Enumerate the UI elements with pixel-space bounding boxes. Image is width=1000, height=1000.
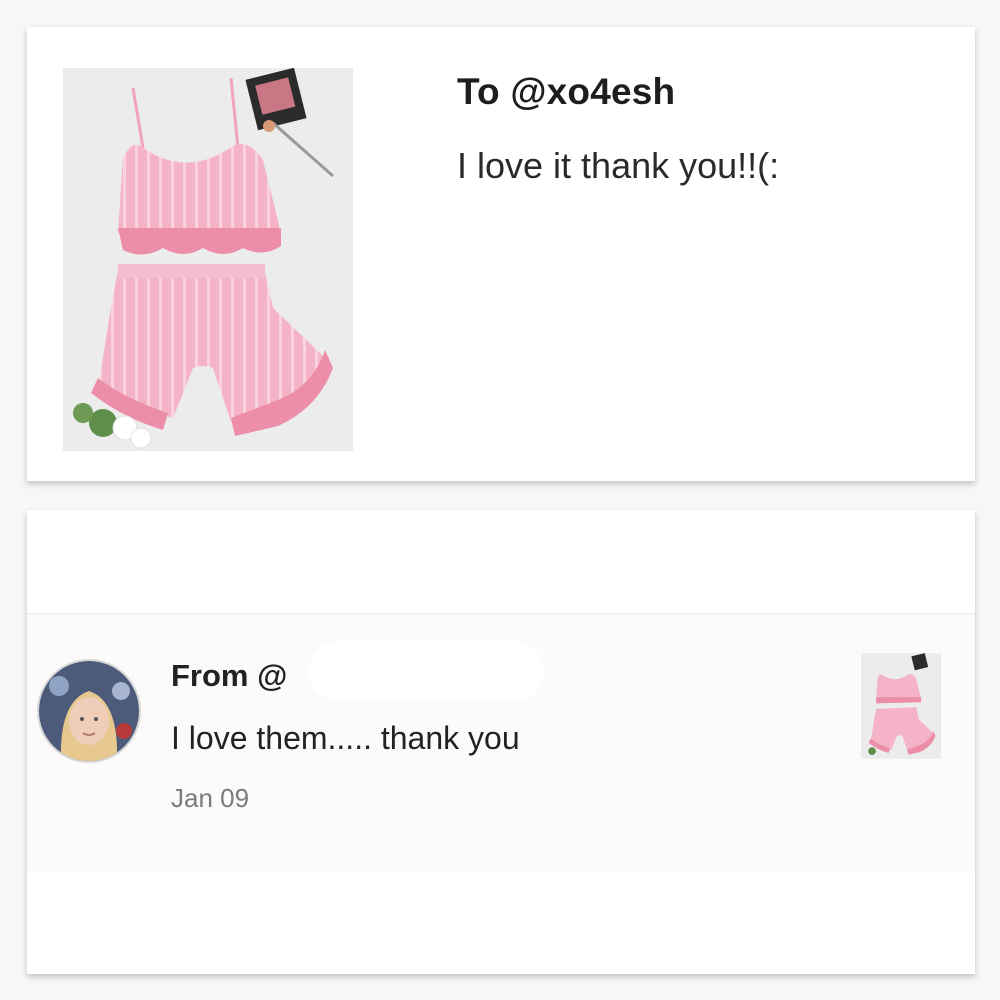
date-label: Jan 09 xyxy=(171,783,250,813)
product-thumbnail[interactable] xyxy=(861,652,941,760)
product-image[interactable] xyxy=(63,67,353,451)
pajama-thumbnail-image xyxy=(861,653,941,759)
recipient-label: To @xo4esh xyxy=(457,71,676,112)
message-text: I love it thank you!!(: xyxy=(457,145,780,186)
notification-row[interactable]: From @ I love them..... thank you Jan 09 xyxy=(27,613,975,872)
user-avatar-icon xyxy=(39,661,139,761)
pajama-set-image xyxy=(63,67,353,451)
sender-label: From @ xyxy=(171,658,288,693)
redacted-username xyxy=(309,641,544,701)
review-card-sent: To @xo4esh I love it thank you!!(: xyxy=(27,27,975,481)
avatar[interactable] xyxy=(37,659,141,763)
reply-text: I love them..... thank you xyxy=(171,720,520,756)
review-card-received: From @ I love them..... thank you Jan 09 xyxy=(27,510,975,974)
